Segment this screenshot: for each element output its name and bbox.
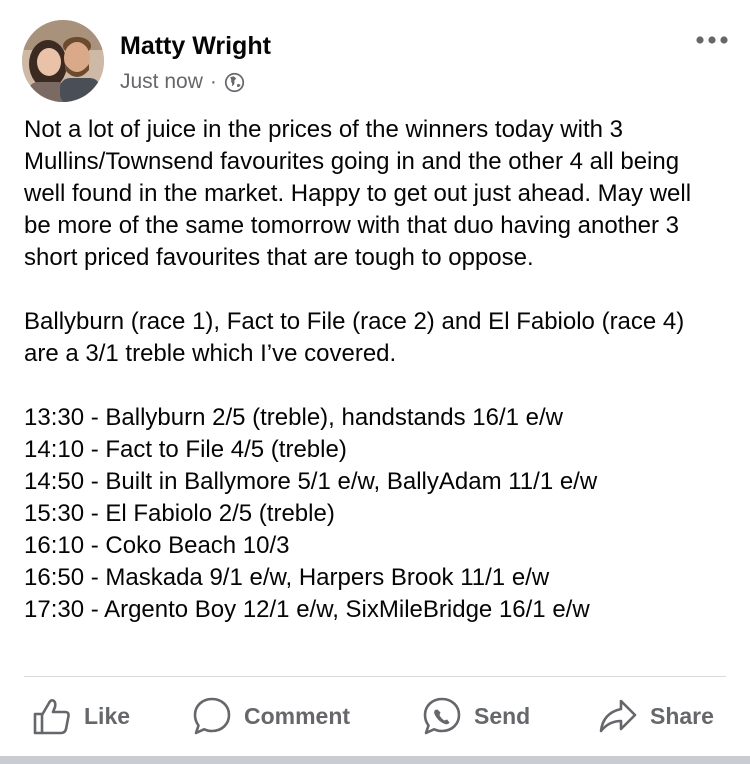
send-label: Send	[474, 702, 531, 729]
post-author-name[interactable]: Matty Wright	[120, 32, 271, 61]
feed-separator	[0, 756, 750, 764]
avatar[interactable]	[22, 20, 104, 102]
like-label: Like	[84, 702, 131, 729]
like-button[interactable]: Like	[32, 690, 130, 742]
post-actions: Like Comment Send Share	[24, 690, 726, 742]
selection-line: 15:30 - El Fabiolo 2/5 (treble)	[24, 500, 335, 527]
selection-line: 14:10 - Fact to File 4/5 (treble)	[24, 436, 347, 463]
post-meta: Just now ·	[120, 70, 245, 94]
selection-line: 14:50 - Built in Ballymore 5/1 e/w, Ball…	[24, 468, 598, 495]
post-timestamp[interactable]: Just now	[120, 70, 203, 94]
comment-label: Comment	[244, 702, 351, 729]
post-paragraph: Ballyburn (race 1), Fact to File (race 2…	[24, 308, 685, 367]
post-header: Matty Wright Just now ·	[22, 18, 732, 104]
more-options-icon[interactable]	[692, 28, 732, 52]
post-paragraph: Not a lot of juice in the prices of the …	[24, 116, 692, 271]
send-icon	[422, 696, 462, 736]
selection-line: 17:30 - Argento Boy 12/1 e/w, SixMileBri…	[24, 596, 590, 623]
share-icon	[598, 697, 638, 735]
meta-separator: ·	[209, 70, 217, 93]
comment-button[interactable]: Comment	[192, 690, 350, 742]
selection-line: 16:50 - Maskada 9/1 e/w, Harpers Brook 1…	[24, 564, 550, 591]
comment-icon	[192, 696, 232, 736]
like-icon	[32, 697, 72, 735]
share-button[interactable]: Share	[598, 690, 714, 742]
selection-line: 13:30 - Ballyburn 2/5 (treble), handstan…	[24, 404, 563, 431]
globe-icon	[224, 72, 245, 93]
share-label: Share	[650, 702, 714, 729]
selection-line: 16:10 - Coko Beach 10/3	[24, 532, 290, 559]
post-body: Not a lot of juice in the prices of the …	[24, 114, 724, 626]
actions-divider	[24, 676, 726, 677]
send-button[interactable]: Send	[422, 690, 530, 742]
avatar-photo	[22, 20, 104, 102]
